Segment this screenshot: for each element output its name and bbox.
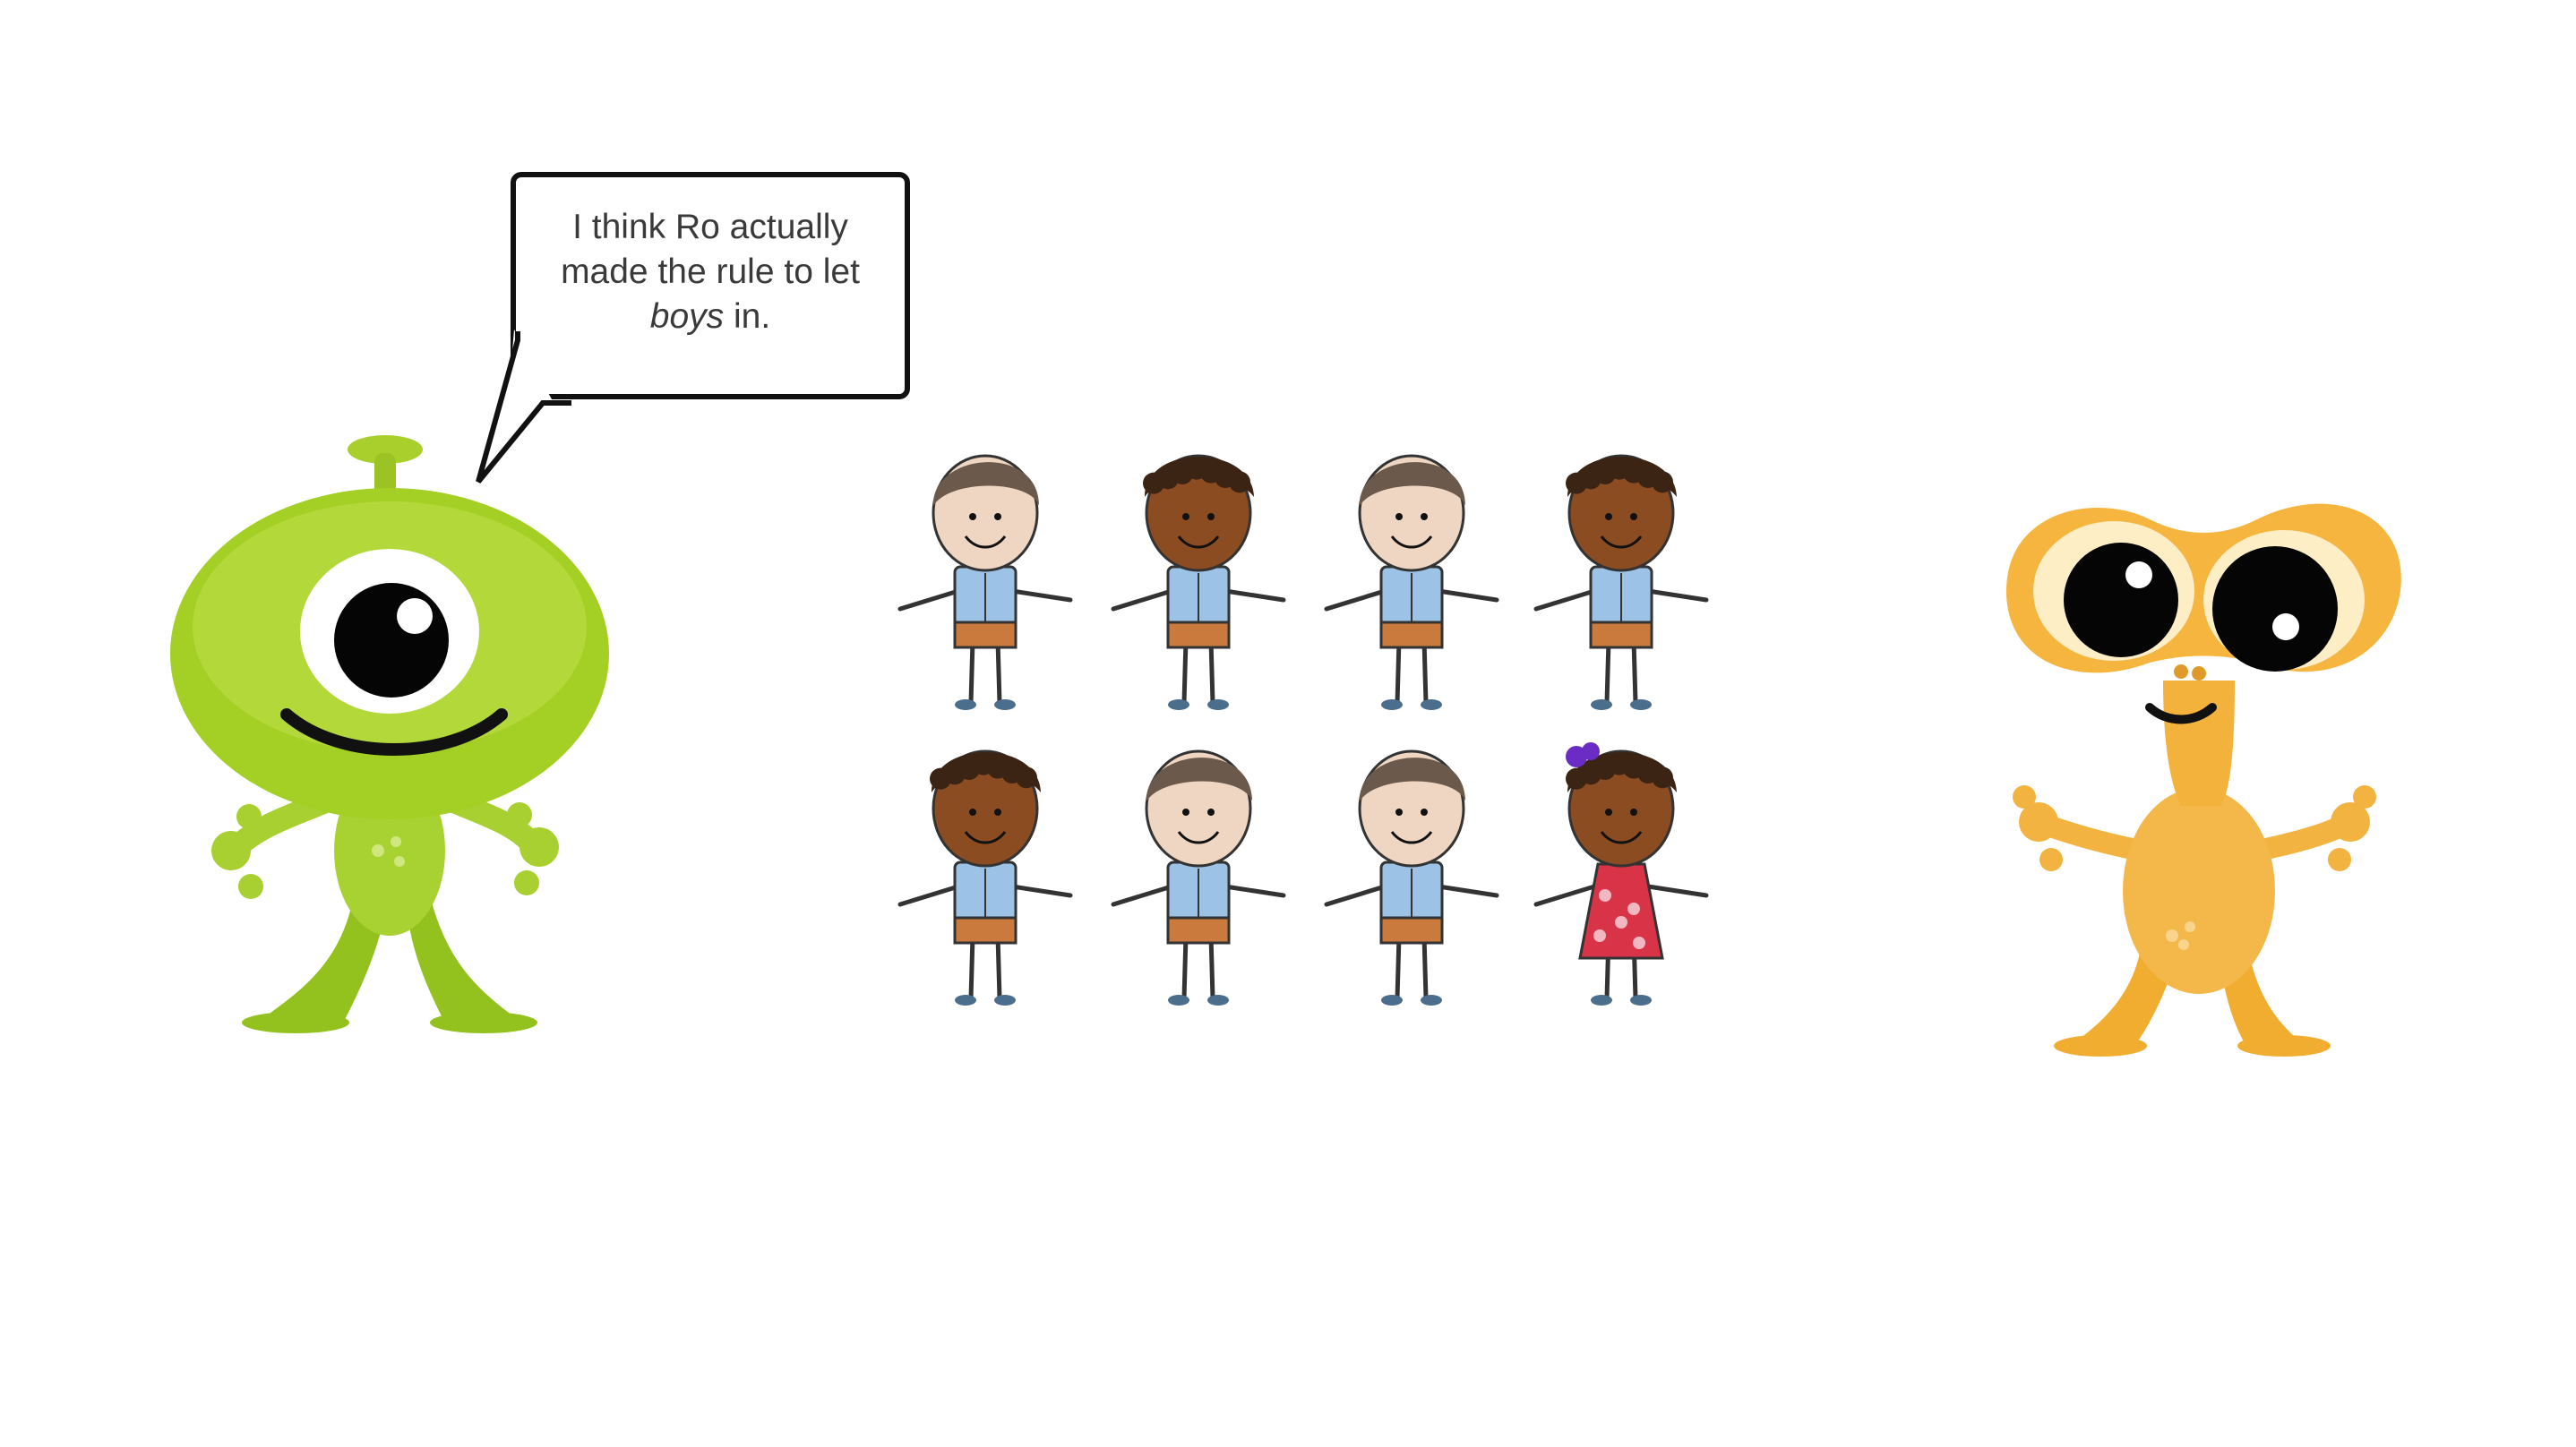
orange-two-eyed-alien-icon <box>2006 503 2401 1057</box>
boy-dark-figure <box>1533 454 1709 710</box>
boy-dark-figure <box>897 749 1073 1006</box>
speech-emphasis-word: boys <box>649 297 725 336</box>
speech-line-1: I think Ro actually <box>572 208 848 246</box>
girl-dark-figure <box>1533 742 1709 1006</box>
boy-light-figure <box>1324 749 1499 1006</box>
children-grid-figures <box>897 454 1709 1006</box>
green-one-eyed-alien-icon <box>170 435 609 1033</box>
speech-line-3: in. <box>724 297 771 336</box>
boy-light-figure <box>1111 749 1286 1006</box>
boy-dark-figure <box>1111 454 1286 710</box>
speech-line-2: made the rule to let <box>561 253 860 291</box>
boy-light-figure <box>1324 454 1499 710</box>
speech-bubble-text: I think Ro actually made the rule to let… <box>561 205 860 339</box>
children-grid <box>887 443 1729 1025</box>
boy-light-figure <box>897 454 1073 710</box>
